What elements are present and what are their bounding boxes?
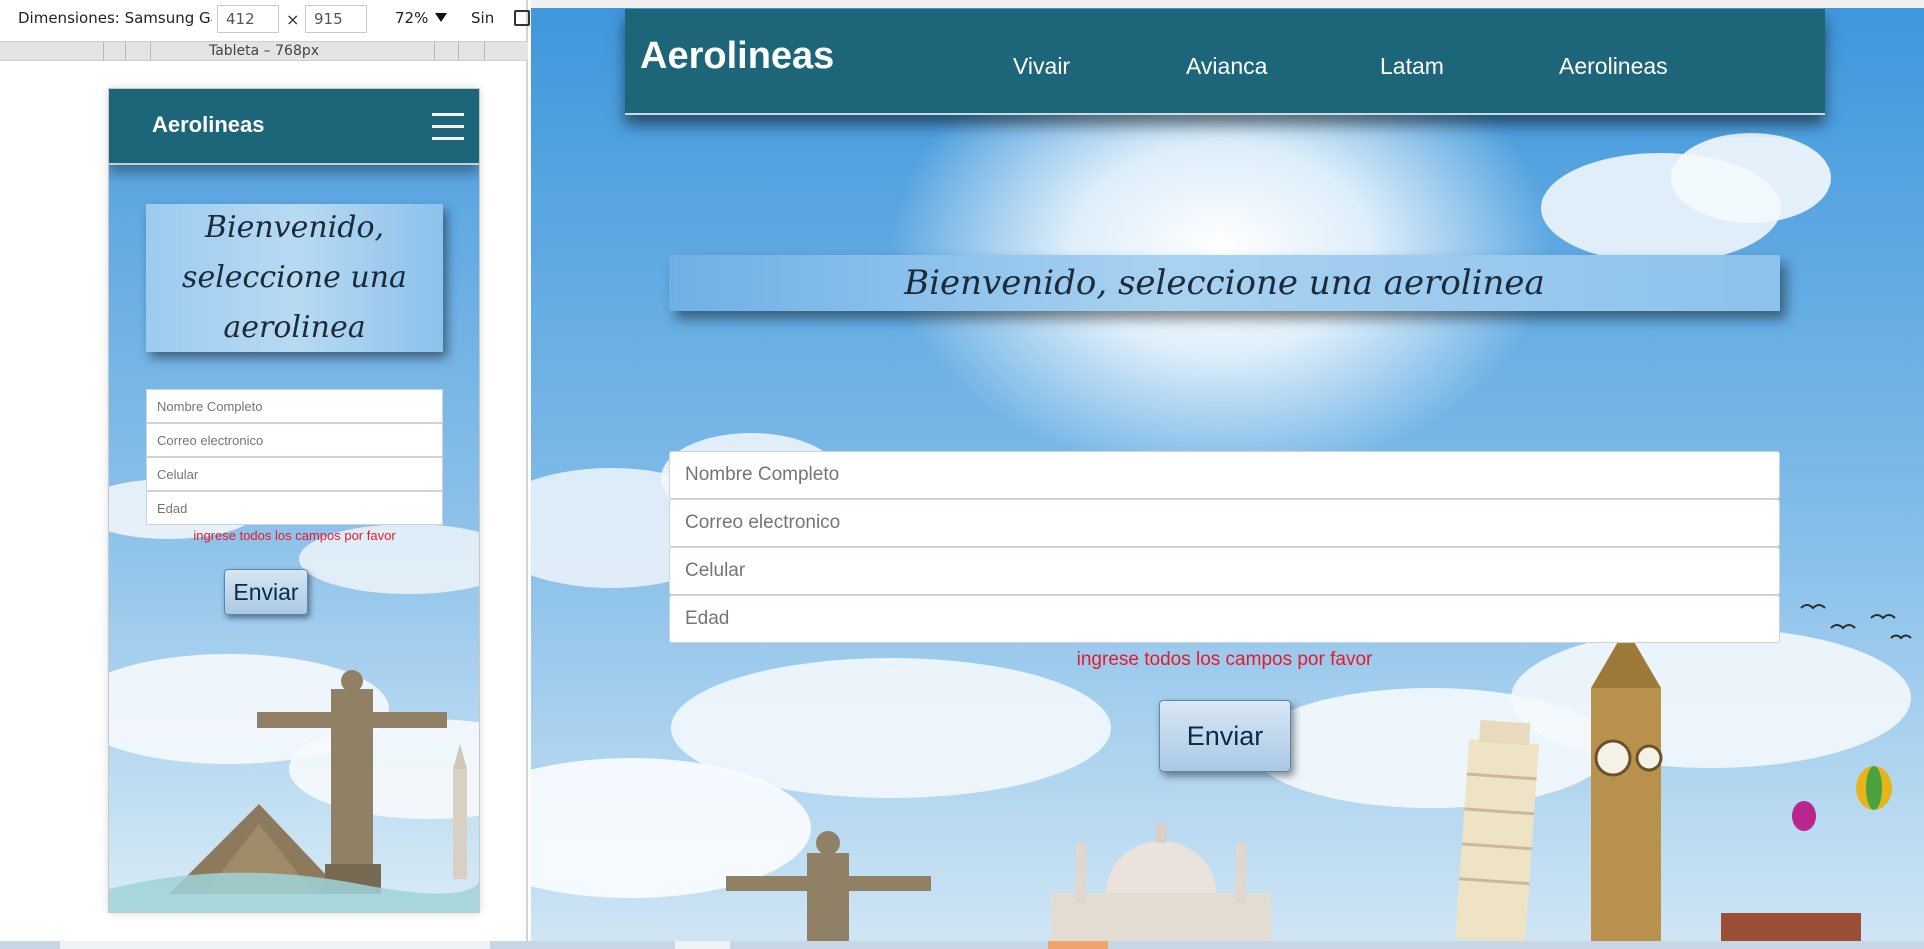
device-dimension-label[interactable]: Dimensiones: Samsung Galaxy [18,9,212,27]
dimension-separator: × [286,10,300,29]
desktop-submit-button[interactable]: Enviar [1159,700,1291,772]
phone-welcome-title: Bienvenido, seleccione una aerolinea [182,210,407,345]
phone-welcome-banner: Bienvenido, seleccione una aerolinea [146,204,443,352]
bottom-scrollbar[interactable] [0,941,1924,949]
throttle-select[interactable]: Sin [471,9,494,27]
media-query-ruler[interactable]: Tableta – 768px [0,41,528,61]
phone-name-input[interactable] [146,389,443,423]
phone-email-input[interactable] [146,423,443,457]
desktop-cell-input[interactable] [669,547,1780,595]
rotate-icon[interactable] [514,10,530,26]
zoom-select[interactable]: 72% [395,9,428,27]
chevron-down-icon[interactable] [435,13,447,22]
hamburger-menu-icon[interactable] [432,113,464,141]
device-toolbar: Dimensiones: Samsung Galaxy × 72% Sin [0,0,530,38]
phone-cell-input[interactable] [146,457,443,491]
nav-link-avianca[interactable]: Avianca [1186,53,1267,80]
desktop-welcome-title: Bienvenido, seleccione una aerolinea [904,263,1545,303]
phone-form: ingrese todos los campos por favor [146,389,443,543]
desktop-welcome-banner: Bienvenido, seleccione una aerolinea [669,255,1780,311]
nav-link-latam[interactable]: Latam [1380,53,1444,80]
phone-error-message: ingrese todos los campos por favor [193,528,396,543]
top-browser-strip [531,0,1924,8]
device-height-input[interactable] [305,5,367,33]
desktop-brand-link[interactable]: Aerolineas [640,35,834,78]
desktop-form: ingrese todos los campos por favor [669,451,1780,671]
desktop-age-input[interactable] [669,595,1780,643]
phone-age-input[interactable] [146,491,443,525]
desktop-error-message: ingrese todos los campos por favor [1076,649,1373,670]
desktop-preview: Aerolineas Vivair Avianca Latam Aeroline… [531,8,1924,941]
mobile-preview: Aerolineas Bienvenido, seleccione una ae… [108,88,480,913]
desktop-name-input[interactable] [669,451,1780,499]
nav-link-vivair[interactable]: Vivair [1013,53,1070,80]
ruler-label: Tableta – 768px [208,43,320,59]
nav-link-aerolineas[interactable]: Aerolineas [1559,53,1668,80]
device-width-input[interactable] [217,5,279,33]
desktop-email-input[interactable] [669,499,1780,547]
phone-brand-link[interactable]: Aerolineas [152,112,265,138]
phone-navbar: Aerolineas [109,89,479,165]
devtools-device-pane: Dimensiones: Samsung Galaxy × 72% Sin Ta… [0,0,530,949]
phone-submit-button[interactable]: Enviar [224,569,308,615]
desktop-navbar: Aerolineas Vivair Avianca Latam Aeroline… [625,9,1825,115]
